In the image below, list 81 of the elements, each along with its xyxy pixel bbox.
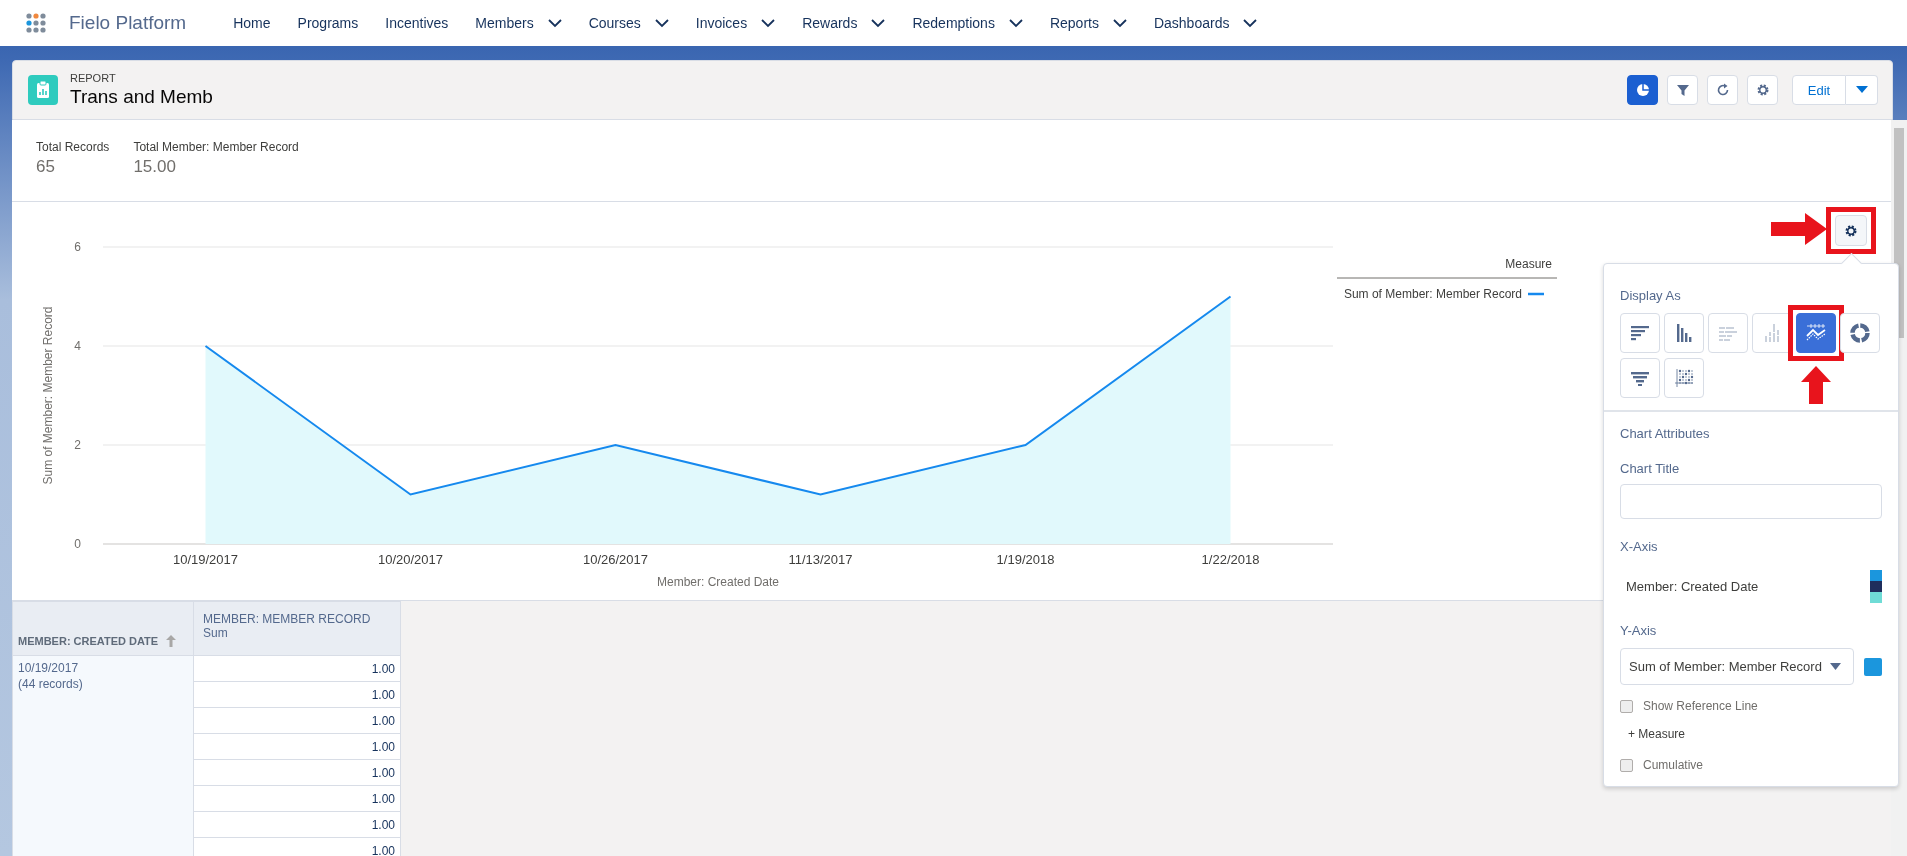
nav-item[interactable]: Dashboards — [1140, 0, 1272, 46]
axis-tick-label: 10/19/2017 — [172, 552, 239, 567]
caret-icon — [1829, 663, 1841, 670]
record-count: (44 records) — [18, 676, 84, 692]
axis-tick-label: 11/13/2017 — [788, 552, 853, 567]
summary-label: Total Member: Member Record — [133, 140, 299, 154]
column-title: MEMBER: CREATED DATE — [18, 635, 159, 647]
chart-type-option[interactable] — [1796, 313, 1836, 353]
settings-icon — [1755, 83, 1770, 97]
checkbox-label: Cumulative — [1643, 758, 1704, 772]
checkbox[interactable] — [1620, 758, 1633, 772]
object-type-label: REPORT — [70, 71, 117, 85]
color-palette-swatch[interactable] — [1870, 570, 1882, 603]
filter-icon — [1675, 83, 1690, 97]
nav-item[interactable]: Invoices — [682, 0, 790, 46]
axis-tick-label: 2 — [74, 438, 81, 452]
caret-icon — [1855, 86, 1868, 94]
field-label: Y-Axis — [1620, 623, 1657, 638]
summary-value: 15.00 — [133, 157, 177, 177]
nav-item[interactable]: Courses — [575, 0, 683, 46]
callout-arrow — [1801, 366, 1831, 404]
table-cell: 1.00 — [193, 733, 401, 760]
table-cell: 1.00 — [193, 759, 401, 786]
chart-button[interactable] — [1627, 75, 1658, 105]
checkbox-label: Show Reference Line — [1643, 699, 1758, 713]
pie-chart-icon — [1635, 83, 1650, 97]
section-title: Chart Attributes — [1620, 426, 1710, 441]
legend-label: Sum of Member: Member Record — [1343, 287, 1522, 301]
nav-item[interactable]: Members — [462, 0, 576, 46]
axis-tick-label: 10/20/2017 — [377, 552, 444, 567]
table-cell: 1.00 — [193, 707, 401, 734]
nav-item[interactable]: Redemptions — [899, 0, 1037, 46]
chart-settings-button[interactable] — [1835, 215, 1867, 246]
donut-chart-icon — [1848, 321, 1872, 345]
add-measure-link[interactable]: + Measure — [1620, 727, 1686, 741]
table-cell: 1.00 — [193, 681, 401, 708]
nav-item[interactable]: Incentives — [372, 0, 463, 46]
app-launcher-icon[interactable] — [26, 13, 46, 33]
chart-title-field[interactable] — [1620, 484, 1882, 519]
callout-arrow — [1771, 213, 1827, 245]
column-header[interactable]: MEMBER: MEMBER RECORD Sum — [193, 601, 401, 656]
checkbox[interactable] — [1620, 699, 1633, 713]
summary-label: Total Records — [36, 140, 110, 154]
scatter-chart-icon — [1672, 366, 1696, 390]
settings-button[interactable] — [1747, 75, 1778, 105]
filter-button[interactable] — [1667, 75, 1698, 105]
color-swatch[interactable] — [1864, 657, 1882, 676]
report-title: Trans and Memb — [70, 85, 214, 109]
x-axis-value: Member: Created Date — [1626, 579, 1759, 594]
axis-tick-label: 0 — [74, 537, 81, 551]
table-cell: 1.00 — [193, 811, 401, 838]
y-axis-select[interactable]: Sum of Member: Member Record — [1620, 648, 1854, 685]
axis-tick-label: 6 — [74, 240, 81, 254]
section-title: Display As — [1620, 288, 1681, 303]
settings-icon — [1844, 223, 1858, 238]
axis-tick-label: 1/22/2018 — [1201, 552, 1260, 567]
aggregate-label: Sum — [203, 626, 229, 640]
nav-item[interactable]: Reports — [1036, 0, 1141, 46]
edit-button[interactable]: Edit — [1792, 75, 1846, 105]
summary-value: 65 — [36, 157, 56, 177]
more-actions-button[interactable] — [1846, 75, 1878, 105]
nav-item[interactable]: Rewards — [789, 0, 900, 46]
report-icon — [28, 75, 58, 105]
column-header[interactable]: MEMBER: CREATED DATE — [12, 601, 194, 656]
legend-title: Measure — [1505, 257, 1552, 271]
table-cell: 1.00 — [193, 785, 401, 812]
group-date: 10/19/2017 — [18, 660, 80, 676]
refresh-button[interactable] — [1707, 75, 1738, 105]
axis-tick-label: 1/19/2018 — [996, 552, 1055, 567]
field-label: X-Axis — [1620, 539, 1658, 554]
column-title: MEMBER: MEMBER RECORD — [203, 612, 372, 626]
x-axis-title: Member: Created Date — [656, 575, 780, 589]
y-axis-title: Sum of Member: Member Record — [41, 306, 55, 485]
axis-tick-label: 4 — [74, 339, 81, 353]
nav-item[interactable]: Home — [220, 0, 285, 46]
field-label: Chart Title — [1620, 461, 1681, 476]
nav-item[interactable]: Programs — [284, 0, 373, 46]
axis-tick-label: 10/26/2017 — [582, 552, 649, 567]
app-name: Fielo Platform — [69, 12, 187, 34]
refresh-icon — [1715, 83, 1730, 97]
table-cell: 1.00 — [193, 655, 401, 682]
